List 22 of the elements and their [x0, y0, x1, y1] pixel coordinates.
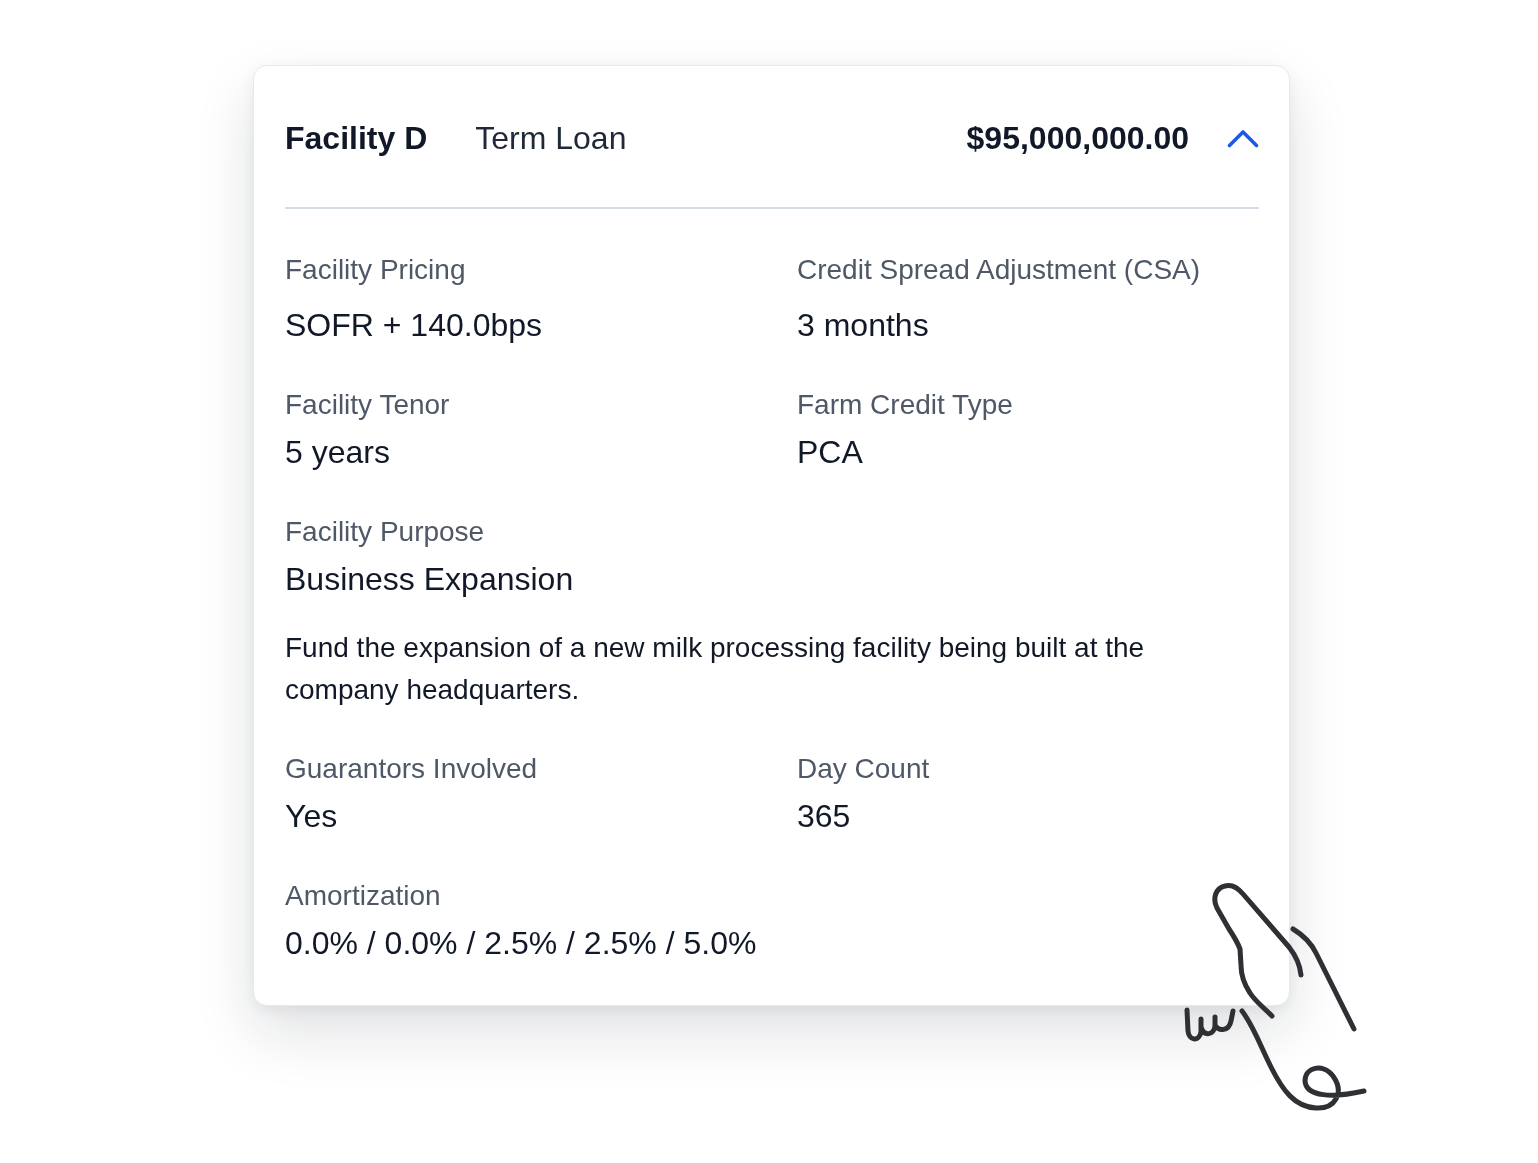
field-value: PCA — [797, 433, 863, 472]
field-value: SOFR + 140.0bps — [285, 306, 543, 345]
field-label: Amortization — [285, 879, 441, 913]
field-label: Facility Purpose — [285, 515, 485, 549]
purpose-description: Fund the expansion of a new milk processing facility being built at the company headquarters. — [285, 631, 1146, 707]
facility-name: Facility D — [285, 119, 428, 158]
field-value: Yes — [285, 797, 338, 836]
field-label: Farm Credit Type — [797, 388, 1013, 422]
field-value: 365 — [797, 797, 851, 836]
field-label: Guarantors Involved — [285, 752, 538, 786]
field-value: 5 years — [285, 433, 390, 472]
field-value: 3 months — [797, 306, 929, 345]
field-label: Day Count — [797, 752, 930, 786]
field-label: Credit Spread Adjustment (CSA) — [797, 253, 1201, 287]
field-value: 0.0% / 0.0% / 2.5% / 2.5% / 5.0% — [285, 924, 757, 963]
field-label: Facility Tenor — [285, 388, 450, 422]
loan-type: Term Loan — [475, 119, 627, 158]
chevron-up-icon — [1227, 128, 1259, 148]
field-label: Facility Pricing — [285, 253, 466, 287]
field-value: Business Expansion — [285, 560, 574, 599]
facility-amount: $95,000,000.00 — [966, 119, 1189, 158]
collapse-button[interactable] — [1227, 128, 1259, 148]
